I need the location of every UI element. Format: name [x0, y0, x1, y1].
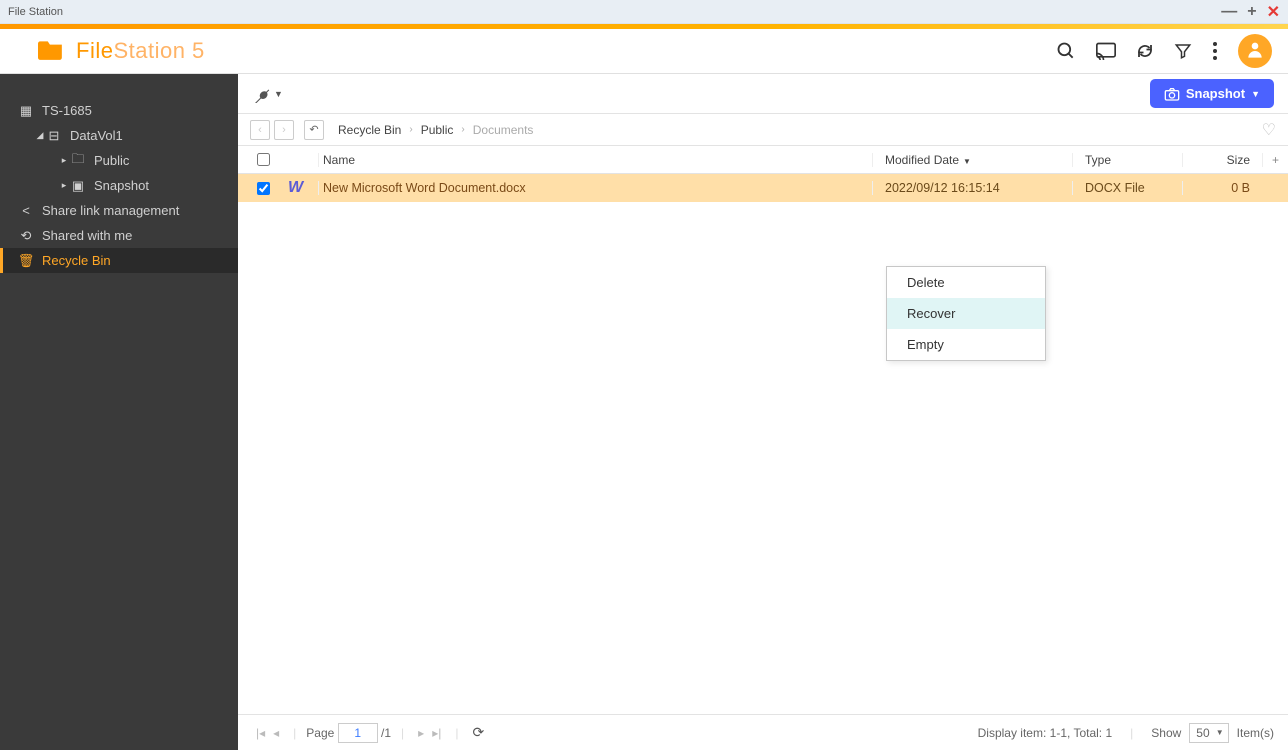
- sidebar-snapshot-label: Snapshot: [94, 178, 149, 193]
- chevron-right-icon: ›: [461, 124, 464, 135]
- tools-menu-button[interactable]: ▼: [252, 85, 283, 103]
- nav-forward-button[interactable]: ›: [274, 120, 294, 140]
- snapshot-button[interactable]: Snapshot ▼: [1150, 79, 1274, 108]
- crumb-current: Documents: [473, 123, 534, 137]
- col-type[interactable]: Type: [1072, 153, 1182, 167]
- maximize-button[interactable]: +: [1247, 3, 1256, 21]
- folder-icon: 🗀: [70, 150, 86, 172]
- trash-icon: 🗑: [18, 253, 34, 269]
- file-modified: 2022/09/12 16:15:14: [872, 181, 1072, 195]
- table-row[interactable]: W New Microsoft Word Document.docx 2022/…: [238, 174, 1288, 202]
- chevron-right-icon: ›: [409, 124, 412, 135]
- select-all-checkbox[interactable]: [257, 153, 270, 166]
- refresh-icon[interactable]: ⟳: [472, 724, 484, 741]
- window-title: File Station: [8, 6, 1221, 18]
- main-panel: ▼ Snapshot ▼ ‹ › ↶ Recycle Bin › Public …: [238, 74, 1288, 750]
- share-icon: <: [18, 203, 34, 218]
- col-name[interactable]: Name: [318, 153, 872, 167]
- chevron-right-icon[interactable]: ▸: [58, 155, 70, 166]
- snapshot-icon: ▣: [70, 178, 86, 194]
- nav-up-button[interactable]: ↶: [304, 120, 324, 140]
- row-checkbox[interactable]: [257, 182, 270, 195]
- page-first-button[interactable]: |◂: [256, 726, 265, 740]
- snapshot-label: Snapshot: [1186, 86, 1245, 101]
- ctx-empty[interactable]: Empty: [887, 329, 1045, 360]
- sidebar-recycle-bin[interactable]: 🗑 Recycle Bin: [0, 248, 238, 273]
- window-controls: — + ✕: [1221, 2, 1280, 22]
- toolbar: ▼ Snapshot ▼: [238, 74, 1288, 114]
- sidebar-shared-with-me[interactable]: ⟲ Shared with me: [0, 223, 238, 248]
- chevron-down-icon: ▼: [274, 89, 283, 99]
- sidebar-public-label: Public: [94, 153, 129, 168]
- page-last-button[interactable]: ▸|: [432, 726, 441, 740]
- filter-icon[interactable]: [1174, 42, 1192, 60]
- app-title-thin: Station 5: [113, 38, 204, 63]
- ctx-delete[interactable]: Delete: [887, 267, 1045, 298]
- breadcrumb-bar: ‹ › ↶ Recycle Bin › Public › Documents ♡: [238, 114, 1288, 146]
- app-title-bold: File: [76, 38, 113, 63]
- sidebar-root-label: TS-1685: [42, 103, 92, 118]
- chevron-down-icon: ▼: [1251, 89, 1260, 99]
- context-menu: Delete Recover Empty: [886, 266, 1046, 361]
- sidebar-root[interactable]: ▦ TS-1685: [0, 98, 238, 123]
- titlebar: File Station — + ✕: [0, 0, 1288, 24]
- minimize-button[interactable]: —: [1221, 3, 1237, 21]
- chevron-down-icon[interactable]: ◢: [34, 130, 46, 141]
- file-size: 0 B: [1182, 181, 1262, 195]
- chevron-right-icon[interactable]: ▸: [58, 180, 70, 191]
- page-prev-button[interactable]: ◂: [273, 726, 279, 740]
- app-title: FileStation 5: [76, 38, 205, 64]
- sort-desc-icon: ▼: [963, 157, 971, 166]
- page-size-select[interactable]: 50: [1189, 723, 1228, 743]
- show-label: Show: [1151, 726, 1181, 740]
- more-icon[interactable]: [1212, 41, 1218, 61]
- sidebar-volume-label: DataVol1: [70, 128, 123, 143]
- disk-icon: ⊟: [46, 128, 62, 144]
- sidebar: ▦ TS-1685 ◢ ⊟ DataVol1 ▸ 🗀 Public ▸ ▣ Sn…: [0, 74, 238, 750]
- sidebar-snapshot[interactable]: ▸ ▣ Snapshot: [0, 173, 238, 198]
- user-avatar[interactable]: [1238, 34, 1272, 68]
- sidebar-recycle-label: Recycle Bin: [42, 253, 111, 268]
- host-icon: ▦: [18, 103, 34, 119]
- page-next-button[interactable]: ▸: [418, 726, 424, 740]
- file-name: New Microsoft Word Document.docx: [318, 181, 872, 195]
- favorite-icon[interactable]: ♡: [1262, 120, 1276, 140]
- ctx-recover[interactable]: Recover: [887, 298, 1045, 329]
- pager: |◂ ◂ | Page /1 | ▸ ▸| | ⟳ Display item: …: [238, 714, 1288, 750]
- file-type: DOCX File: [1072, 181, 1182, 195]
- sync-icon: ⟲: [18, 228, 34, 244]
- items-label: Item(s): [1237, 726, 1274, 740]
- search-icon[interactable]: [1056, 41, 1076, 61]
- col-modified[interactable]: Modified Date▼: [872, 153, 1072, 167]
- col-size[interactable]: Size: [1182, 153, 1262, 167]
- sidebar-volume[interactable]: ◢ ⊟ DataVol1: [0, 123, 238, 148]
- refresh-icon[interactable]: [1136, 42, 1154, 60]
- display-status: Display item: 1-1, Total: 1: [978, 726, 1113, 740]
- close-button[interactable]: ✕: [1267, 2, 1280, 22]
- crumb-0[interactable]: Recycle Bin: [338, 123, 401, 137]
- folder-icon: [38, 38, 64, 65]
- file-type-icon: W: [288, 179, 318, 197]
- sidebar-shared-label: Shared with me: [42, 228, 132, 243]
- add-column-button[interactable]: +: [1262, 153, 1288, 167]
- breadcrumb: Recycle Bin › Public › Documents: [338, 123, 533, 137]
- table-body: W New Microsoft Word Document.docx 2022/…: [238, 174, 1288, 714]
- page-label: Page: [306, 726, 334, 740]
- sidebar-public[interactable]: ▸ 🗀 Public: [0, 148, 238, 173]
- cast-icon[interactable]: [1096, 42, 1116, 60]
- app-header: FileStation 5: [0, 29, 1288, 74]
- table-header: Name Modified Date▼ Type Size +: [238, 146, 1288, 174]
- page-input[interactable]: [338, 723, 378, 743]
- sidebar-share-link[interactable]: < Share link management: [0, 198, 238, 223]
- sidebar-share-label: Share link management: [42, 203, 179, 218]
- nav-back-button[interactable]: ‹: [250, 120, 270, 140]
- page-total: /1: [381, 726, 391, 740]
- crumb-1[interactable]: Public: [421, 123, 454, 137]
